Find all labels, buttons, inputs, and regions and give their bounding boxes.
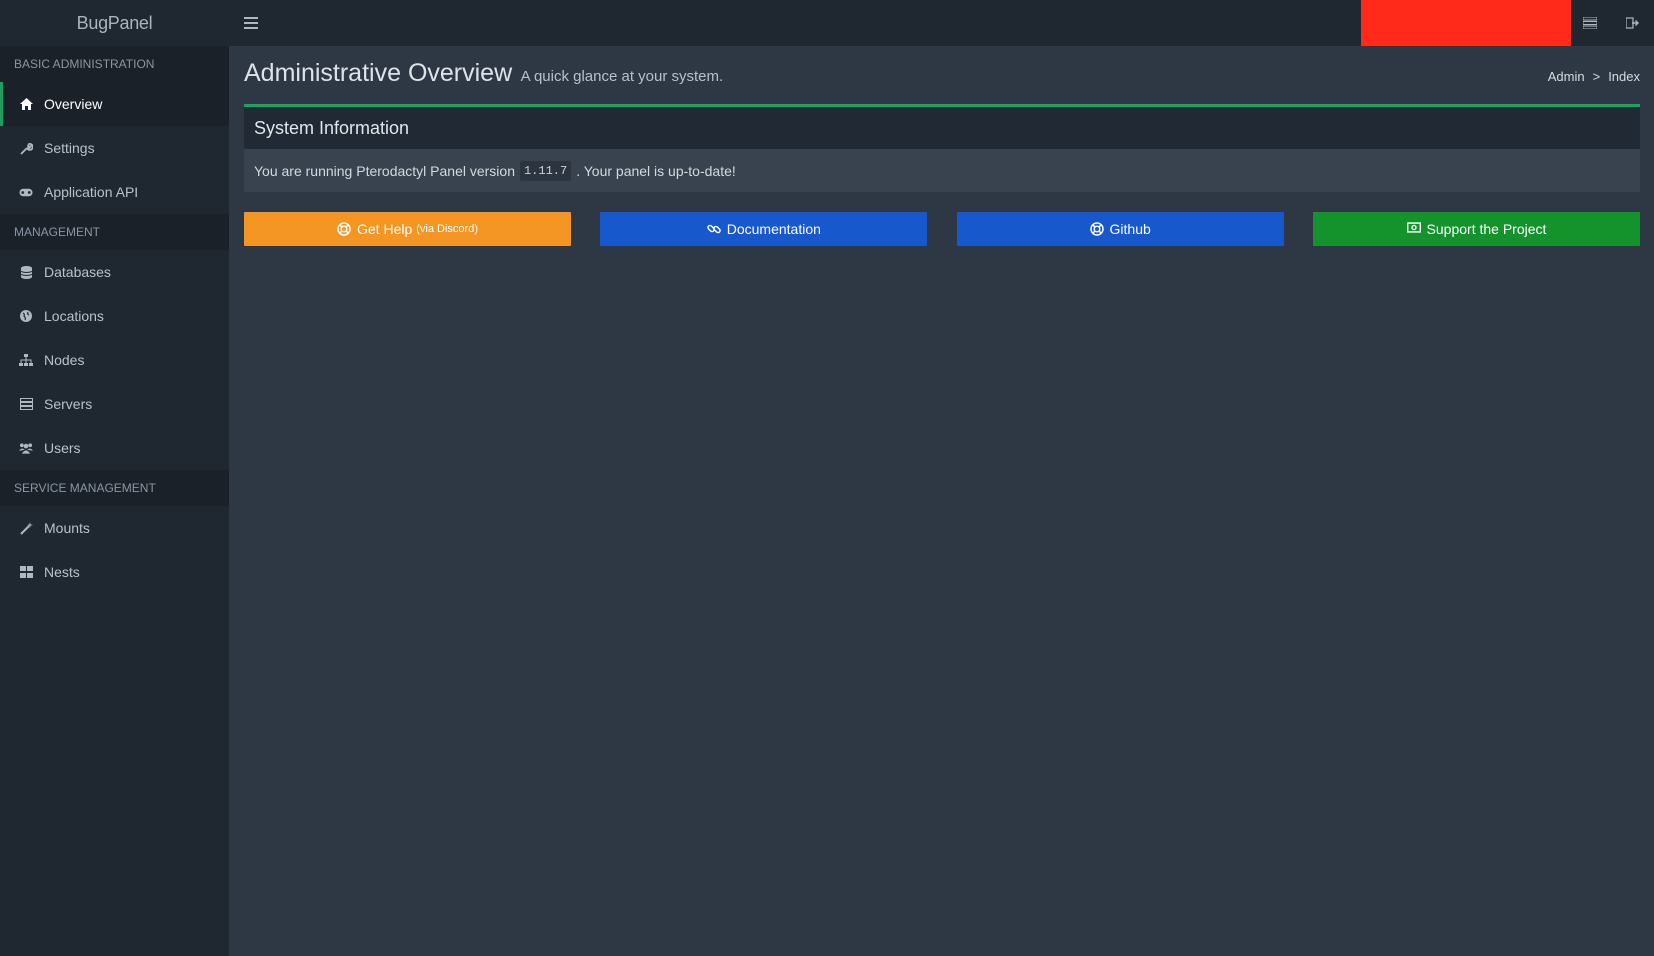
sidebar-item-nests[interactable]: Nests [0, 550, 229, 594]
server-icon [19, 397, 33, 411]
globe-icon [19, 309, 33, 323]
breadcrumb-separator: > [1592, 69, 1601, 84]
home-icon [19, 97, 33, 111]
system-information-title: System Information [244, 107, 1640, 149]
system-information-body: You are running Pterodactyl Panel versio… [244, 149, 1640, 192]
wrench-icon [19, 141, 33, 155]
page-subtitle: A quick glance at your system. [520, 68, 724, 85]
github-label: Github [1109, 221, 1151, 237]
life-ring-icon [337, 222, 351, 236]
breadcrumb: Admin > Index [1548, 69, 1640, 84]
support-project-button[interactable]: Support the Project [1312, 212, 1640, 246]
gamepad-icon [19, 185, 33, 199]
link-icon [706, 222, 721, 236]
get-help-note: (via Discord) [416, 223, 478, 235]
sidebar-item-label: Application API [44, 184, 139, 200]
sitemap-icon [19, 353, 33, 367]
action-buttons-row: Get Help (via Discord) Documentation Git… [244, 212, 1640, 246]
sidebar-item-label: Databases [44, 264, 111, 280]
th-large-icon [19, 565, 33, 579]
main-content: Administrative Overview A quick glance a… [244, 46, 1640, 246]
sidebar-item-label: Overview [44, 96, 103, 112]
sidebar-item-application-api[interactable]: Application API [0, 170, 229, 214]
sidebar-section-basic: BASIC ADMINISTRATION [0, 46, 229, 82]
magic-icon [19, 521, 33, 535]
get-help-button[interactable]: Get Help (via Discord) [244, 212, 571, 246]
hamburger-icon[interactable] [240, 12, 262, 34]
version-text-before: You are running Pterodactyl Panel versio… [254, 162, 515, 179]
get-help-label: Get Help [357, 221, 413, 237]
server-list-icon[interactable] [1580, 13, 1600, 33]
brand-name: BugPanel [76, 12, 153, 33]
support-project-label: Support the Project [1426, 221, 1547, 237]
sidebar-item-label: Settings [44, 140, 95, 156]
database-icon [19, 265, 33, 279]
sidebar-item-settings[interactable]: Settings [0, 126, 229, 170]
breadcrumb-current: Index [1608, 69, 1640, 84]
top-navbar: BugPanel [0, 0, 1654, 46]
sidebar-section-management: MANAGEMENT [0, 214, 229, 250]
sign-out-icon[interactable] [1623, 13, 1643, 33]
sidebar-item-databases[interactable]: Databases [0, 250, 229, 294]
sidebar-item-mounts[interactable]: Mounts [0, 506, 229, 550]
breadcrumb-admin[interactable]: Admin [1548, 69, 1585, 84]
redacted-user-block [1361, 0, 1571, 46]
brand-logo[interactable]: BugPanel [0, 0, 229, 46]
sidebar-item-label: Mounts [44, 520, 90, 536]
users-icon [19, 441, 33, 455]
system-information-box: System Information You are running Ptero… [244, 104, 1640, 192]
sidebar-item-users[interactable]: Users [0, 426, 229, 470]
sidebar-item-label: Locations [44, 308, 104, 324]
sidebar: BASIC ADMINISTRATION Overview Settings A… [0, 46, 229, 956]
sidebar-item-overview[interactable]: Overview [0, 82, 229, 126]
sidebar-item-servers[interactable]: Servers [0, 382, 229, 426]
money-icon [1406, 222, 1421, 236]
documentation-button[interactable]: Documentation [600, 212, 928, 246]
sidebar-item-label: Users [44, 440, 81, 456]
sidebar-item-locations[interactable]: Locations [0, 294, 229, 338]
life-ring-icon [1089, 222, 1104, 236]
documentation-label: Documentation [726, 221, 821, 237]
sidebar-item-label: Nodes [44, 352, 85, 368]
page-title: Administrative Overview [244, 59, 513, 87]
sidebar-section-service: SERVICE MANAGEMENT [0, 470, 229, 506]
sidebar-item-label: Servers [44, 396, 93, 412]
version-text-after: . Your panel is up-to-date! [576, 162, 736, 179]
github-button[interactable]: Github [956, 212, 1284, 246]
page-header: Administrative Overview A quick glance a… [244, 46, 1640, 102]
version-code: 1.11.7 [519, 160, 572, 181]
sidebar-item-label: Nests [44, 564, 80, 580]
sidebar-item-nodes[interactable]: Nodes [0, 338, 229, 382]
